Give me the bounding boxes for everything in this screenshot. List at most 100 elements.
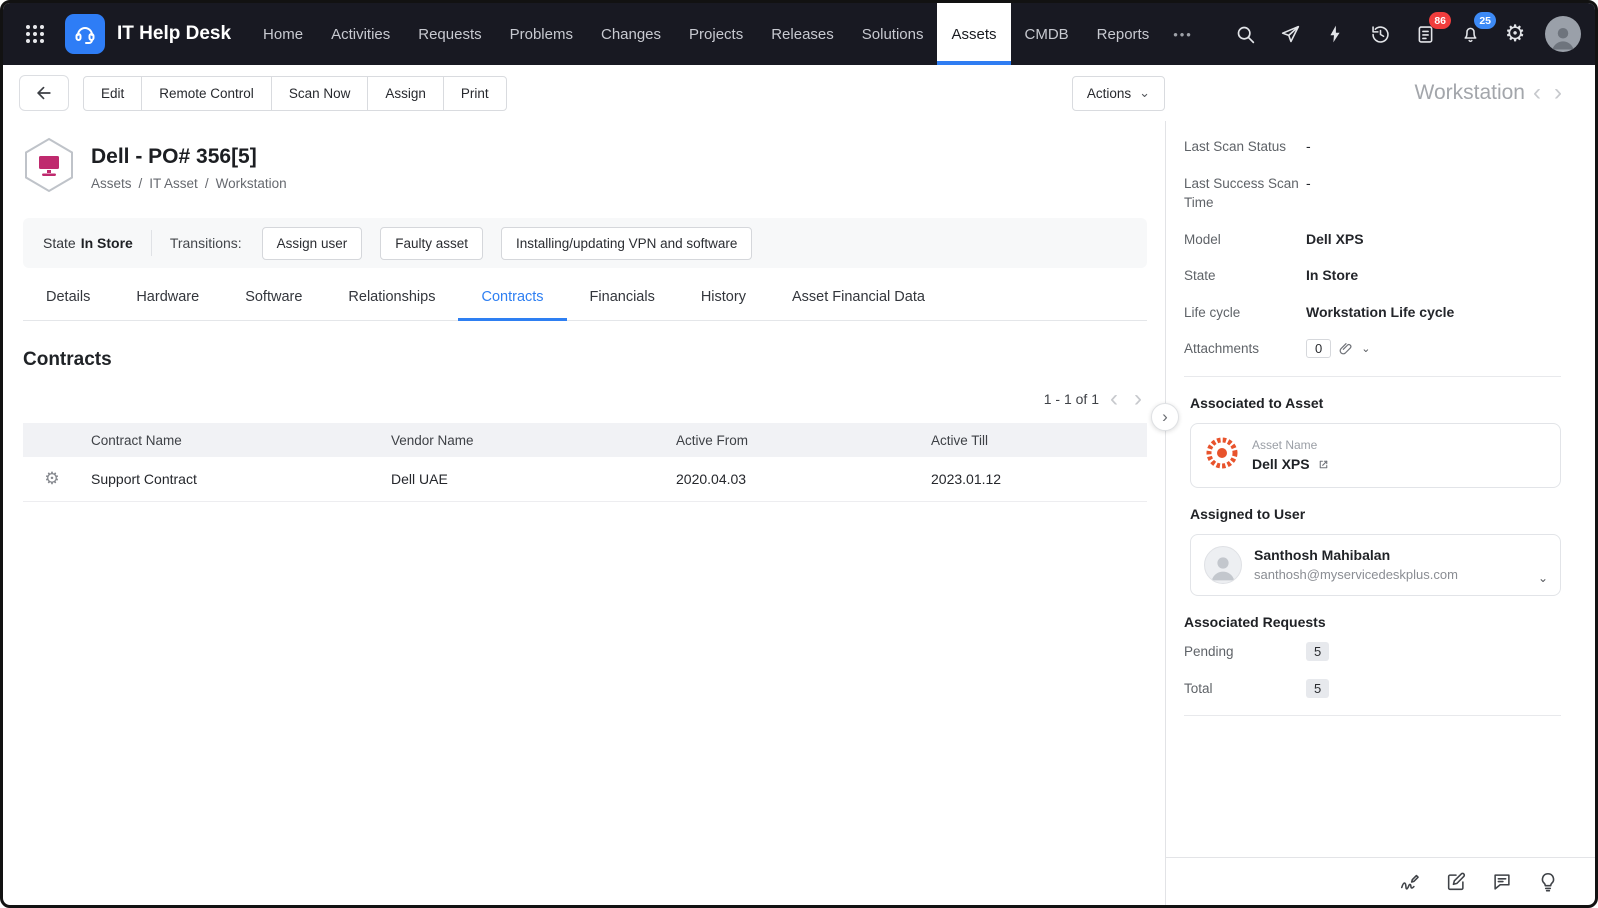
edit-button[interactable]: Edit — [83, 76, 142, 111]
assigned-user-card[interactable]: Santhosh Mahibalan santhosh@myservicedes… — [1190, 534, 1561, 596]
nav-cmdb[interactable]: CMDB — [1011, 3, 1083, 65]
asset-summary-sidebar: Last Scan Status - Last Success Scan Tim… — [1165, 121, 1595, 905]
prev-asset-chevron-icon[interactable]: ‹ — [1528, 81, 1546, 105]
tab-financials[interactable]: Financials — [567, 274, 678, 320]
back-button[interactable] — [19, 75, 69, 111]
notifications-icon[interactable]: 25 — [1451, 15, 1489, 53]
assign-button[interactable]: Assign — [367, 76, 444, 111]
attachments-chevron-icon[interactable]: ⌄ — [1361, 342, 1370, 355]
nav-more-icon[interactable]: ••• — [1163, 3, 1203, 65]
breadcrumb-it-asset[interactable]: IT Asset — [149, 176, 198, 191]
notifications-badge: 25 — [1474, 12, 1496, 29]
total-label: Total — [1184, 679, 1306, 699]
toolbar-button-group: Edit Remote Control Scan Now Assign Prin… — [83, 76, 507, 111]
external-link-icon[interactable] — [1317, 458, 1330, 471]
nav-releases[interactable]: Releases — [757, 3, 848, 65]
compose-note-icon[interactable] — [1443, 869, 1469, 895]
nav-requests[interactable]: Requests — [404, 3, 495, 65]
nav-projects[interactable]: Projects — [675, 3, 757, 65]
field-label: Attachments — [1184, 339, 1306, 359]
comments-icon[interactable] — [1489, 869, 1515, 895]
tab-history[interactable]: History — [678, 274, 769, 320]
tab-software[interactable]: Software — [222, 274, 325, 320]
field-label: Last Scan Status — [1184, 137, 1306, 157]
attachments-count[interactable]: 0 — [1306, 339, 1331, 358]
context-pager: Workstation ‹ › — [1179, 81, 1579, 105]
chevron-down-icon: ⌄ — [1139, 85, 1150, 101]
divider — [1184, 376, 1561, 377]
scan-now-button[interactable]: Scan Now — [271, 76, 369, 111]
associated-asset-name[interactable]: Dell XPS — [1252, 456, 1310, 472]
field-state: State In Store — [1184, 266, 1561, 286]
breadcrumb-assets[interactable]: Assets — [91, 176, 132, 191]
app-window: IT Help Desk Home Activities Requests Pr… — [0, 0, 1598, 908]
assigned-user-name: Santhosh Mahibalan — [1254, 547, 1458, 563]
tab-hardware[interactable]: Hardware — [113, 274, 222, 320]
nav-activities[interactable]: Activities — [317, 3, 404, 65]
paperclip-icon[interactable] — [1338, 341, 1354, 357]
tab-contracts[interactable]: Contracts — [458, 274, 566, 320]
column-header-actions — [23, 423, 81, 457]
assigned-user-heading: Assigned to User — [1190, 506, 1561, 522]
pagination-next-chevron-icon[interactable]: › — [1129, 387, 1147, 411]
settings-gear-icon[interactable]: ⚙ — [1496, 15, 1534, 53]
search-icon[interactable] — [1226, 15, 1264, 53]
transition-faulty-asset-button[interactable]: Faulty asset — [380, 227, 483, 260]
state-value: In Store — [81, 235, 133, 251]
nav-solutions[interactable]: Solutions — [848, 3, 938, 65]
field-last-scan-status: Last Scan Status - — [1184, 137, 1561, 157]
pending-count-badge[interactable]: 5 — [1306, 642, 1329, 661]
cell-contract-name[interactable]: Support Contract — [81, 457, 381, 501]
next-asset-chevron-icon[interactable]: › — [1549, 81, 1567, 105]
state-text: StateIn Store — [43, 235, 133, 251]
asset-header: Dell - PO# 356[5] Assets / IT Asset / Wo… — [23, 121, 1147, 206]
table-header-row: Contract Name Vendor Name Active From Ac… — [23, 423, 1147, 457]
pagination-prev-chevron-icon[interactable]: ‹ — [1105, 387, 1123, 411]
tab-details[interactable]: Details — [23, 274, 113, 320]
actions-dropdown[interactable]: Actions ⌄ — [1072, 76, 1165, 111]
nav-changes[interactable]: Changes — [587, 3, 675, 65]
field-value: Workstation Life cycle — [1306, 303, 1454, 320]
nav-reports[interactable]: Reports — [1083, 3, 1164, 65]
history-icon[interactable] — [1361, 15, 1399, 53]
collapse-panel-handle[interactable]: › — [1151, 403, 1179, 431]
tasks-icon[interactable]: 86 — [1406, 15, 1444, 53]
send-icon[interactable] — [1271, 15, 1309, 53]
column-header-active-from: Active From — [666, 423, 921, 457]
nav-assets[interactable]: Assets — [937, 3, 1010, 65]
breadcrumb: Assets / IT Asset / Workstation — [91, 176, 287, 191]
app-launcher-icon[interactable] — [15, 3, 55, 65]
transition-vpn-software-button[interactable]: Installing/updating VPN and software — [501, 227, 752, 260]
app-title: IT Help Desk — [117, 23, 231, 45]
field-value: - — [1306, 137, 1311, 154]
field-label: State — [1184, 266, 1306, 286]
cell-active-till: 2023.01.12 — [921, 457, 1147, 501]
signature-icon[interactable] — [1397, 869, 1423, 895]
tab-relationships[interactable]: Relationships — [325, 274, 458, 320]
table-row[interactable]: ⚙ Support Contract Dell UAE 2020.04.03 2… — [23, 457, 1147, 501]
associated-asset-card[interactable]: Asset Name Dell XPS — [1190, 423, 1561, 488]
print-button[interactable]: Print — [443, 76, 507, 111]
tab-asset-financial-data[interactable]: Asset Financial Data — [769, 274, 948, 320]
user-card-chevron-icon[interactable]: ⌄ — [1538, 571, 1548, 585]
pagination: 1 - 1 of 1 ‹ › — [23, 387, 1147, 411]
total-count-badge[interactable]: 5 — [1306, 679, 1329, 698]
field-value: Dell XPS — [1306, 230, 1364, 247]
nav-home[interactable]: Home — [249, 3, 317, 65]
breadcrumb-workstation[interactable]: Workstation — [216, 176, 287, 191]
page-body: Dell - PO# 356[5] Assets / IT Asset / Wo… — [3, 121, 1595, 905]
cell-active-from: 2020.04.03 — [666, 457, 921, 501]
user-avatar[interactable] — [1545, 16, 1581, 52]
transition-assign-user-button[interactable]: Assign user — [262, 227, 363, 260]
associated-requests-heading: Associated Requests — [1184, 614, 1561, 630]
lightbulb-icon[interactable] — [1535, 869, 1561, 895]
requests-total-row: Total 5 — [1184, 679, 1561, 699]
nav-problems[interactable]: Problems — [496, 3, 587, 65]
field-life-cycle: Life cycle Workstation Life cycle — [1184, 303, 1561, 323]
row-gear-icon[interactable]: ⚙ — [23, 457, 81, 501]
approvals-badge: 86 — [1429, 12, 1451, 29]
contracts-heading: Contracts — [23, 349, 1147, 371]
quick-actions-icon[interactable] — [1316, 15, 1354, 53]
column-header-vendor-name: Vendor Name — [381, 423, 666, 457]
remote-control-button[interactable]: Remote Control — [141, 76, 272, 111]
